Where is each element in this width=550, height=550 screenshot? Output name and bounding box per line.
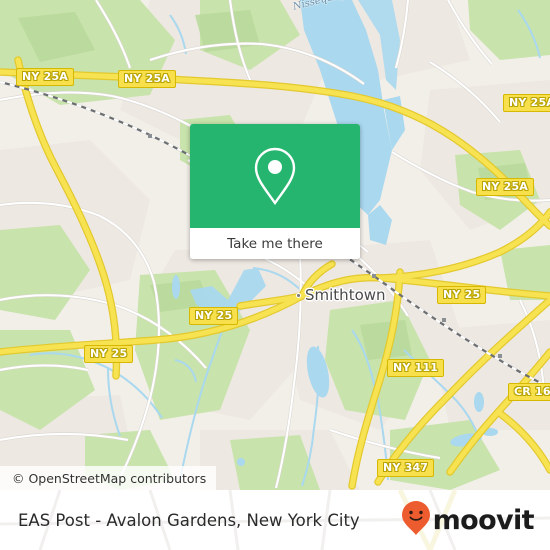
road-shield-ny-111[interactable]: NY 111 [387,359,445,377]
place-label-smithtown: Smithtown [305,286,386,304]
location-popup[interactable]: Take me there [190,124,360,259]
location-title: EAS Post - Avalon Gardens, New York City [18,510,360,530]
road-shield-ny-25-3[interactable]: NY 25 [437,286,487,304]
road-shield-ny-25a-1[interactable]: NY 25A [16,68,75,86]
moovit-logo[interactable]: moovit [401,500,535,541]
road-shield-ny-25a-3[interactable]: NY 25A [503,94,550,112]
map-attribution[interactable]: © OpenStreetMap contributors [0,466,217,490]
attribution-text: © OpenStreetMap contributors [12,470,207,486]
road-shield-ny-25-1[interactable]: NY 25 [189,307,239,325]
popup-photo-placeholder [190,124,360,228]
road-shield-ny-25a-4[interactable]: NY 25A [476,178,535,196]
take-me-there-label: Take me there [227,235,323,252]
moovit-wordmark: moovit [432,504,535,536]
road-shield-ny-25-2[interactable]: NY 25 [84,345,134,363]
map-screenshot: Smithtown Nissequogue River NY 25A NY 25… [0,0,550,550]
footer-bar: EAS Post - Avalon Gardens, New York City… [0,490,550,550]
road-shield-ny-347[interactable]: NY 347 [377,459,435,477]
road-shield-cr-16[interactable]: CR 16 [508,383,550,401]
moovit-smile-pin-icon [401,500,431,541]
road-shield-ny-25a-2[interactable]: NY 25A [118,70,177,88]
take-me-there-button[interactable]: Take me there [190,228,360,259]
map-canvas[interactable]: Smithtown Nissequogue River NY 25A NY 25… [0,0,550,490]
place-dot-smithtown [296,293,301,298]
map-pin-icon [252,146,298,206]
